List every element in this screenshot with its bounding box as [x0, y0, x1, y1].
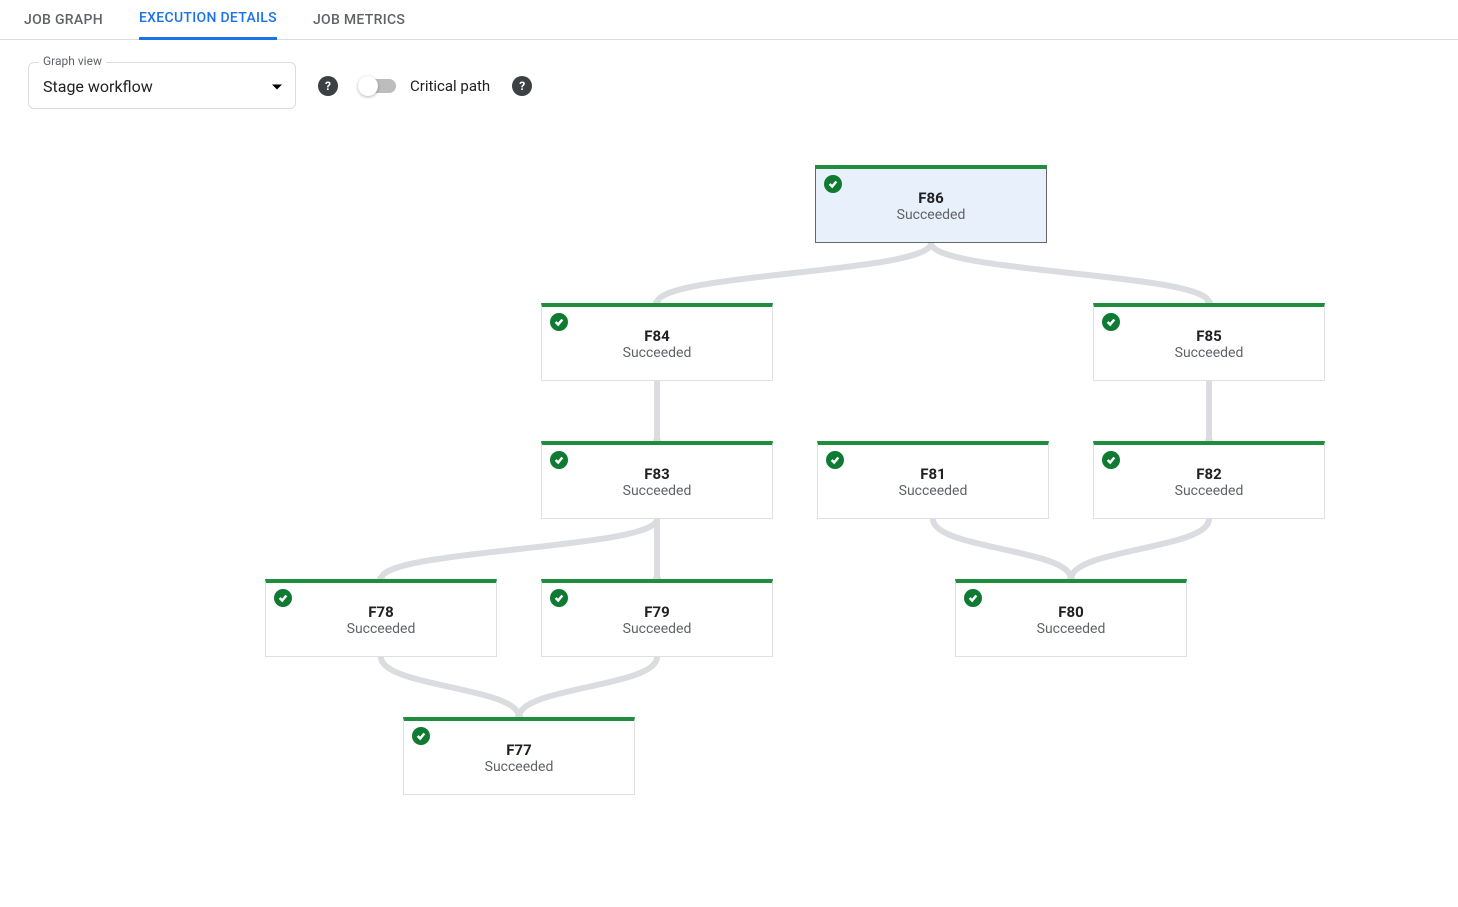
controls-bar: Graph view Stage workflow ? Critical pat… — [0, 40, 1458, 131]
edge-F79-F77 — [519, 657, 657, 717]
tab-job-metrics[interactable]: JOB METRICS — [313, 0, 405, 40]
graph-view-select[interactable]: Graph view Stage workflow — [28, 62, 296, 109]
stage-node-f80[interactable]: F80Succeeded — [955, 579, 1187, 657]
edge-F78-F77 — [381, 657, 519, 717]
critical-path-label: Critical path — [410, 77, 490, 95]
node-status: Succeeded — [1037, 621, 1106, 637]
stage-node-f85[interactable]: F85Succeeded — [1093, 303, 1325, 381]
stage-node-f78[interactable]: F78Succeeded — [265, 579, 497, 657]
check-circle-icon — [412, 727, 430, 745]
check-circle-icon — [274, 589, 292, 607]
node-title: F77 — [506, 741, 531, 759]
node-status: Succeeded — [623, 483, 692, 499]
check-circle-icon — [1102, 313, 1120, 331]
stage-node-f84[interactable]: F84Succeeded — [541, 303, 773, 381]
node-status: Succeeded — [1175, 483, 1244, 499]
node-title: F79 — [644, 603, 669, 621]
edge-F81-F80 — [933, 519, 1071, 579]
toggle-knob — [358, 76, 378, 96]
node-status: Succeeded — [899, 483, 968, 499]
help-icon[interactable]: ? — [512, 76, 532, 96]
tabs: JOB GRAPH EXECUTION DETAILS JOB METRICS — [0, 0, 1458, 40]
node-status: Succeeded — [485, 759, 554, 775]
node-title: F84 — [644, 327, 669, 345]
node-title: F78 — [368, 603, 393, 621]
critical-path-toggle-group: Critical path — [360, 77, 490, 95]
check-circle-icon — [964, 589, 982, 607]
node-title: F80 — [1058, 603, 1083, 621]
stage-node-f81[interactable]: F81Succeeded — [817, 441, 1049, 519]
critical-path-toggle[interactable] — [360, 79, 396, 93]
node-status: Succeeded — [1175, 345, 1244, 361]
edge-F82-F80 — [1071, 519, 1209, 579]
check-circle-icon — [550, 451, 568, 469]
node-title: F83 — [644, 465, 669, 483]
stage-node-f77[interactable]: F77Succeeded — [403, 717, 635, 795]
graph-view-value: Stage workflow — [43, 77, 153, 96]
edge-F86-F84 — [657, 243, 931, 303]
check-circle-icon — [1102, 451, 1120, 469]
stage-node-f86[interactable]: F86Succeeded — [815, 165, 1047, 243]
node-title: F86 — [918, 189, 943, 207]
tab-execution-details[interactable]: EXECUTION DETAILS — [139, 0, 277, 40]
check-circle-icon — [824, 175, 842, 193]
node-status: Succeeded — [347, 621, 416, 637]
node-status: Succeeded — [623, 345, 692, 361]
node-title: F81 — [920, 465, 945, 483]
edge-F83-F78 — [381, 519, 657, 579]
check-circle-icon — [826, 451, 844, 469]
node-status: Succeeded — [897, 207, 966, 223]
stage-node-f82[interactable]: F82Succeeded — [1093, 441, 1325, 519]
edge-F86-F85 — [931, 243, 1209, 303]
stage-node-f83[interactable]: F83Succeeded — [541, 441, 773, 519]
node-status: Succeeded — [623, 621, 692, 637]
graph-stage: F86SucceededF84SucceededF85SucceededF83S… — [0, 131, 1458, 901]
check-circle-icon — [550, 589, 568, 607]
check-circle-icon — [550, 313, 568, 331]
stage-node-f79[interactable]: F79Succeeded — [541, 579, 773, 657]
graph-view-label: Graph view — [39, 54, 106, 68]
caret-down-icon — [271, 76, 283, 95]
node-title: F85 — [1196, 327, 1221, 345]
tab-job-graph[interactable]: JOB GRAPH — [24, 0, 103, 40]
node-title: F82 — [1196, 465, 1221, 483]
help-icon[interactable]: ? — [318, 76, 338, 96]
